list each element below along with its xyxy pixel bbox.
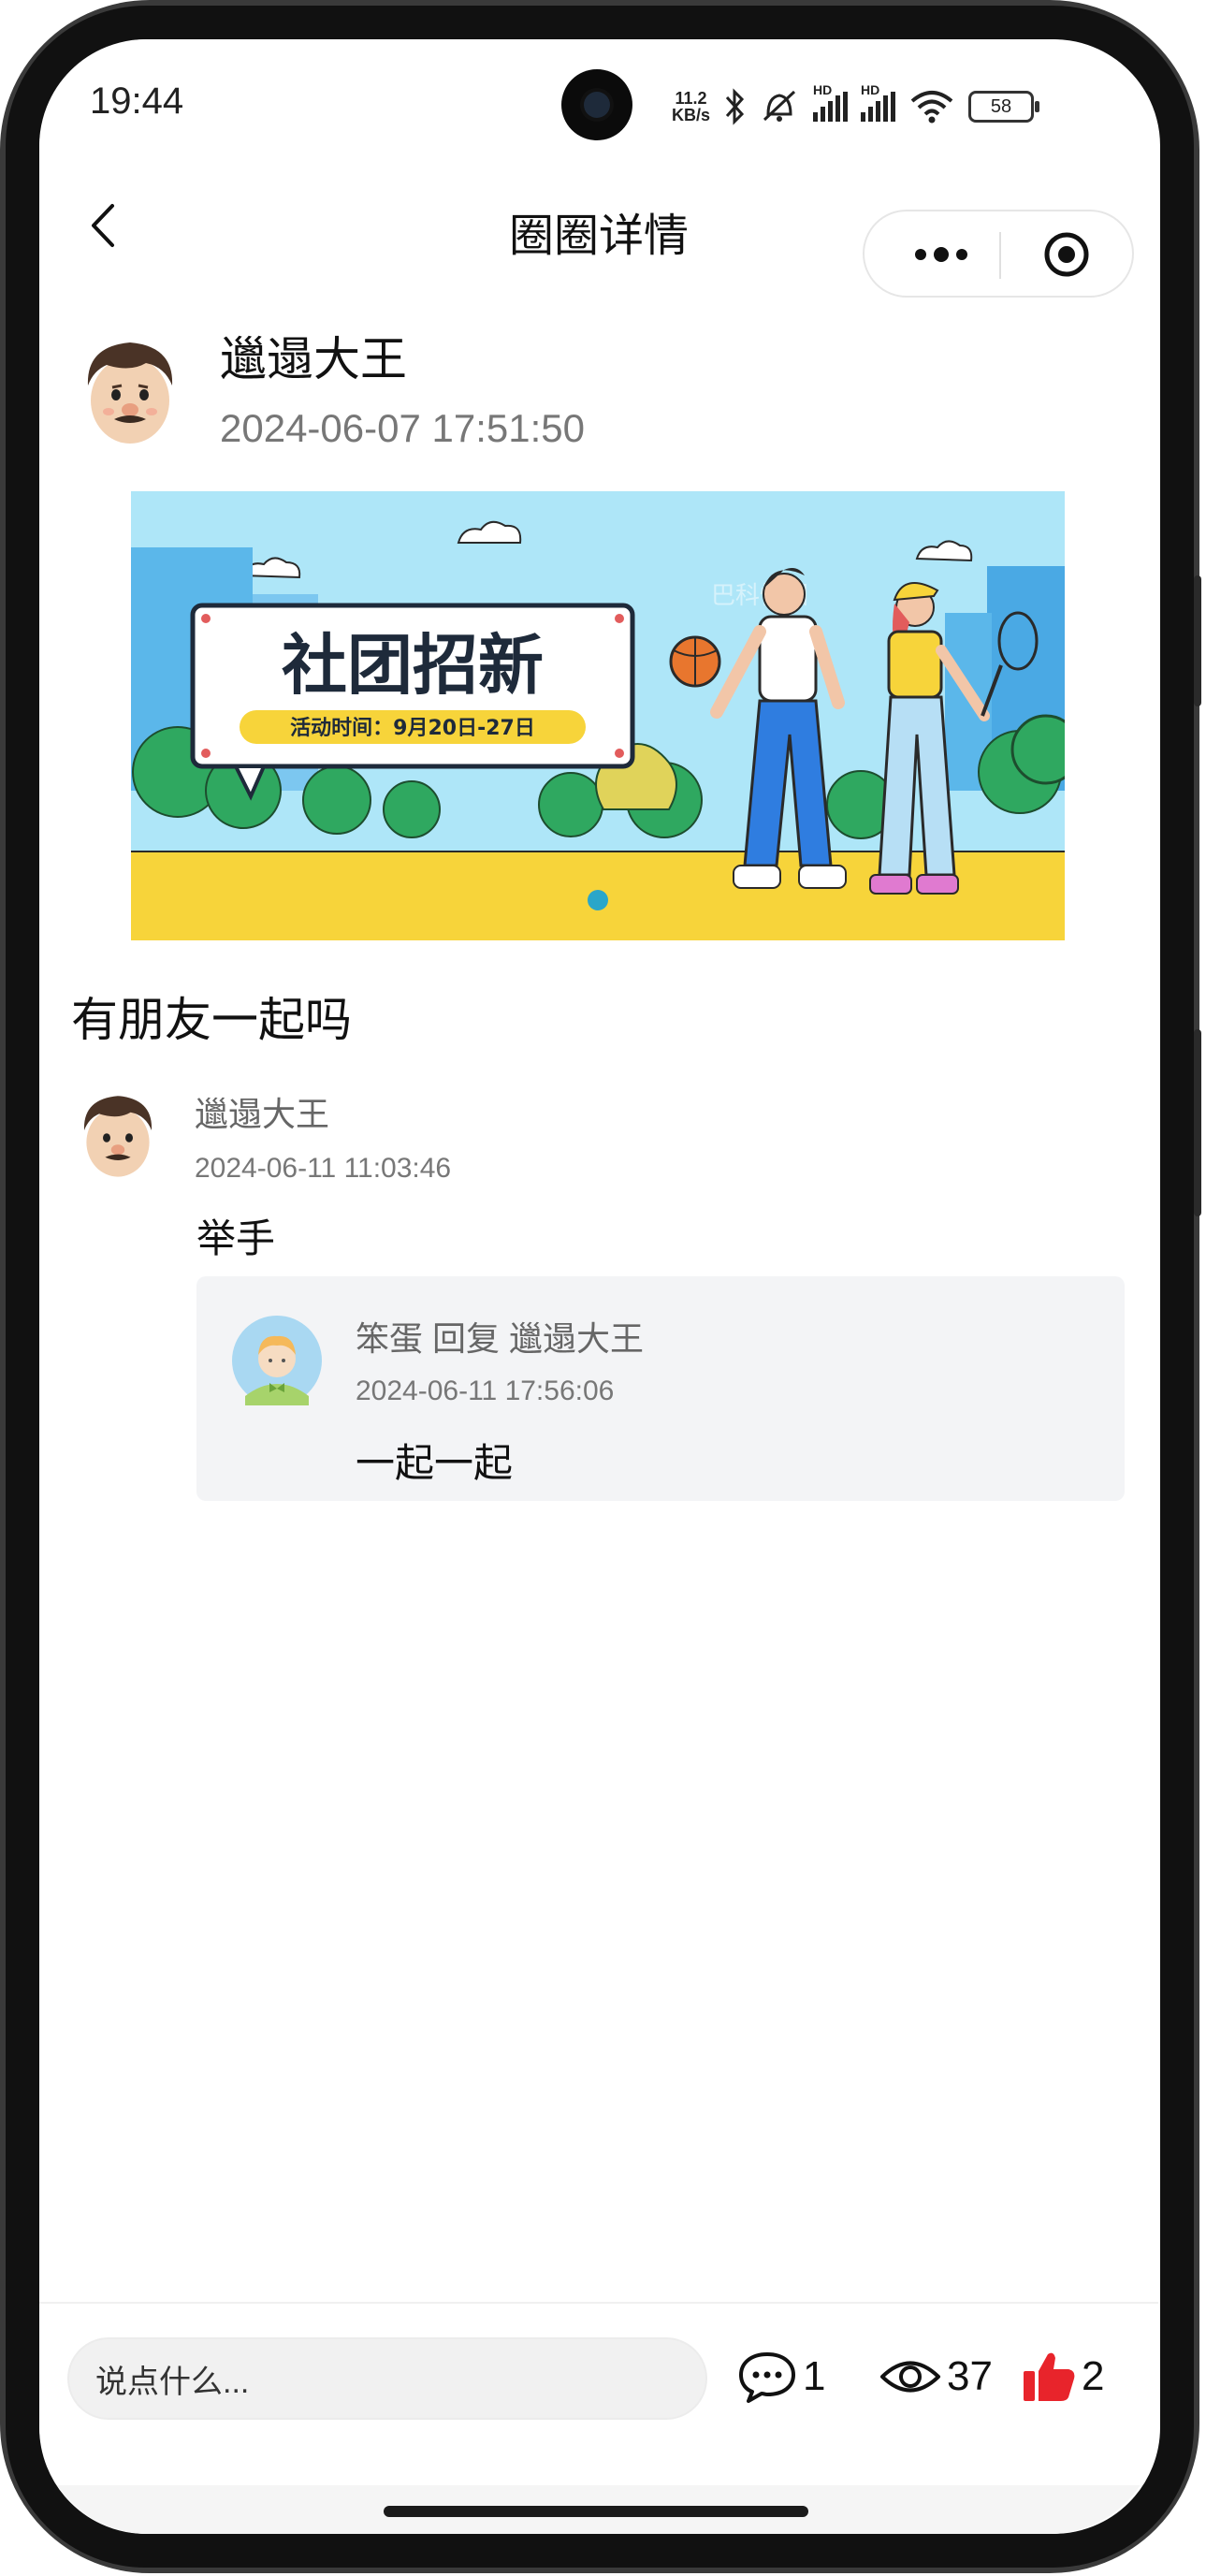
net-speed: 11.2 KB/s xyxy=(672,90,710,124)
comment-content[interactable]: 举手 xyxy=(196,1207,275,1264)
banner-headline: 社团招新 xyxy=(282,627,544,704)
thumbs-up-icon xyxy=(1024,2352,1075,2401)
club-recruitment-banner: 社团招新 活动时间：9月20日-27日 巴科快图 xyxy=(131,491,1082,940)
comment-icon xyxy=(739,2352,795,2403)
eye-icon xyxy=(880,2361,940,2393)
net-speed-value: 11.2 xyxy=(675,89,707,108)
home-indicator[interactable] xyxy=(384,2506,808,2517)
view-count-value: 37 xyxy=(947,2353,993,2399)
reply-timestamp: 2024-06-11 17:56:06 xyxy=(356,1375,615,1406)
like-button[interactable]: 2 xyxy=(1022,2347,1104,2407)
screen: 19:44 11.2 KB/s HD HD 58 圈圈详情 邋遢大王 2024-… xyxy=(39,39,1158,2534)
post-content: 有朋友一起吗 xyxy=(71,994,352,1046)
miniprogram-capsule xyxy=(863,210,1134,298)
status-icons: 11.2 KB/s HD HD 58 xyxy=(672,82,1040,129)
bluetooth-icon xyxy=(725,88,745,125)
phone-frame: 19:44 11.2 KB/s HD HD 58 圈圈详情 邋遢大王 2024-… xyxy=(0,0,1206,2576)
comment-input-placeholder: 说点什么... xyxy=(95,2364,250,2400)
side-button xyxy=(1194,1029,1201,1216)
post-author-name[interactable]: 邋遢大王 xyxy=(220,322,407,389)
comment-count: 1 xyxy=(803,2353,826,2399)
front-camera xyxy=(561,69,632,140)
comment-timestamp: 2024-06-11 11:03:46 xyxy=(195,1153,452,1184)
view-count: 37 xyxy=(879,2347,993,2407)
capsule-divider xyxy=(999,232,1001,279)
comment-input[interactable]: 说点什么... xyxy=(67,2337,707,2420)
reply-content: 一起一起 xyxy=(356,1441,514,1485)
status-bar: 19:44 11.2 KB/s HD HD 58 xyxy=(39,39,1158,170)
post-image[interactable]: 社团招新 活动时间：9月20日-27日 巴科快图 xyxy=(131,491,1082,940)
cell-signal-1: HD xyxy=(813,82,849,122)
post-timestamp: 2024-06-07 17:51:50 xyxy=(220,406,585,450)
cell-signal-2: HD xyxy=(861,82,896,122)
net-speed-unit: KB/s xyxy=(672,106,711,124)
wifi-icon xyxy=(910,91,953,124)
nav-bar: 圈圈详情 xyxy=(39,170,1158,298)
commenter-avatar[interactable] xyxy=(77,1085,159,1183)
like-count: 2 xyxy=(1082,2353,1105,2399)
reply-header: 笨蛋 回复 邋遢大王 xyxy=(356,1319,645,1358)
carousel-indicator xyxy=(588,890,608,910)
battery-icon: 58 xyxy=(968,91,1040,123)
comment-count-button[interactable]: 1 xyxy=(737,2347,825,2407)
bottom-bar-divider xyxy=(39,2302,1158,2304)
reply-box[interactable]: 笨蛋 回复 邋遢大王 2024-06-11 17:56:06 一起一起 xyxy=(196,1276,1125,1501)
close-target-icon[interactable] xyxy=(1042,230,1091,279)
mute-icon xyxy=(763,90,796,122)
more-icon[interactable] xyxy=(904,238,979,271)
hd-badge-2: HD xyxy=(861,82,880,97)
status-time: 19:44 xyxy=(90,80,184,122)
side-button xyxy=(1194,575,1201,706)
battery-level: 58 xyxy=(990,95,1012,117)
author-avatar[interactable] xyxy=(79,329,182,451)
banner-activity-time: 活动时间：9月20日-27日 xyxy=(290,717,535,740)
hd-badge-1: HD xyxy=(813,82,833,97)
replier-avatar[interactable] xyxy=(232,1316,322,1405)
comment-author-name[interactable]: 邋遢大王 xyxy=(195,1087,329,1136)
